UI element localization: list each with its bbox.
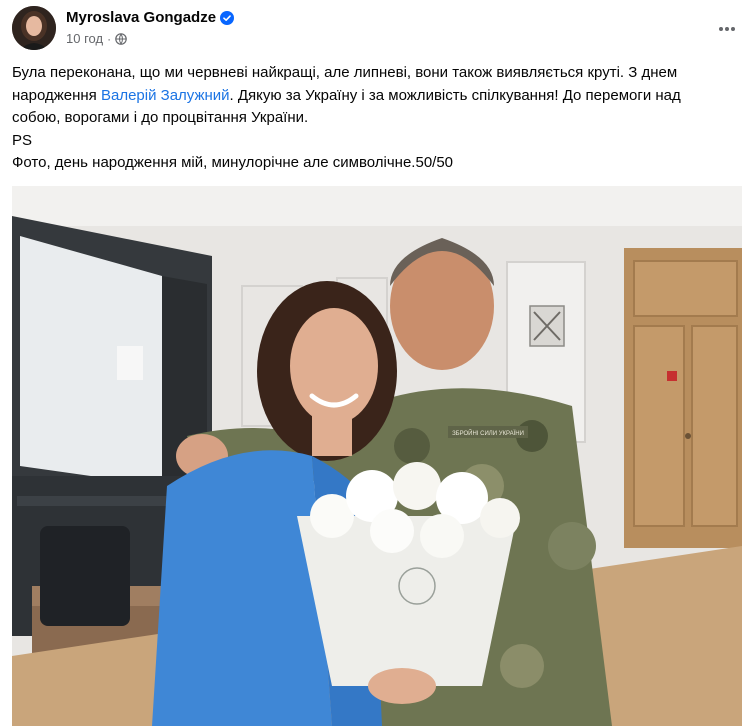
photo-illustration: ЗБРОЙНІ СИЛИ УКРАЇНИ: [12, 186, 742, 726]
feed-post: Myroslava Gongadze 10 год · Була перекон…: [0, 0, 752, 726]
more-options-button[interactable]: [712, 14, 742, 44]
author-name[interactable]: Myroslava Gongadze: [66, 9, 235, 26]
post-timestamp[interactable]: 10 год: [66, 31, 103, 46]
post-text: Була переконана, що ми червневі найкращі…: [12, 62, 732, 175]
post-meta: 10 год ·: [66, 31, 127, 46]
post-text-photo-note: Фото, день народження мій, минулорічне а…: [12, 154, 454, 171]
post-photo[interactable]: ЗБРОЙНІ СИЛИ УКРАЇНИ: [12, 186, 742, 726]
post-header: Myroslava Gongadze 10 год ·: [12, 6, 742, 54]
author-name-text[interactable]: Myroslava Gongadze: [66, 9, 216, 26]
meta-separator: ·: [107, 31, 112, 46]
uniform-tag-text: ЗБРОЙНІ СИЛИ УКРАЇНИ: [452, 429, 524, 437]
verified-badge-icon: [220, 10, 235, 25]
globe-icon[interactable]: [115, 32, 127, 45]
post-text-paragraph: Була переконана, що ми червневі найкращі…: [12, 62, 732, 130]
post-text-ps: PS: [12, 131, 33, 149]
author-avatar[interactable]: [12, 6, 56, 50]
more-options-icon: [719, 27, 735, 31]
mention-link[interactable]: Валерій Залужний: [101, 87, 230, 104]
